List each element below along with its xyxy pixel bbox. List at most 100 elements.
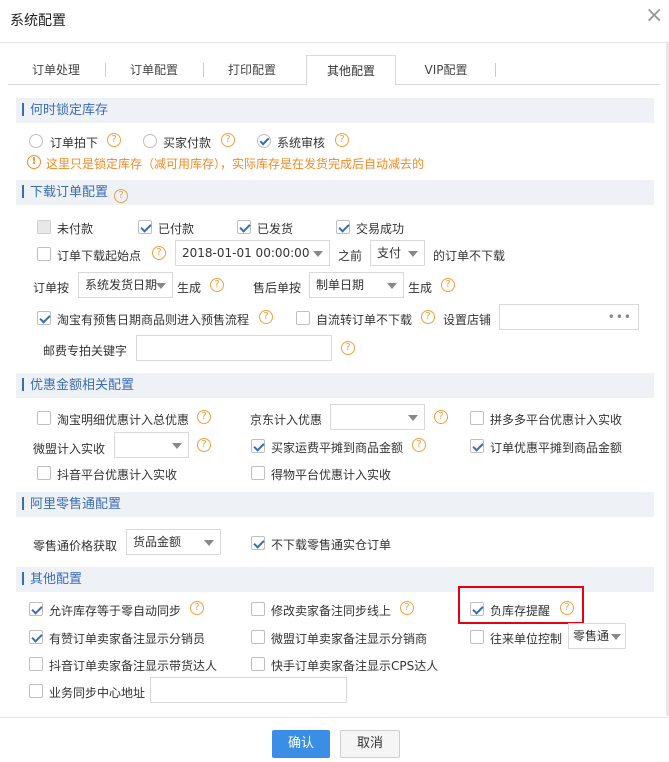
checkbox-label: 有赞订单卖家备注显示分销员 bbox=[49, 632, 206, 646]
generate-label: 生成 bbox=[408, 281, 433, 295]
checkbox-label: 快手订单卖家备注显示CPS达人 bbox=[271, 659, 439, 673]
unit-control-select[interactable]: 零售通 bbox=[568, 623, 626, 649]
pay-select[interactable]: 支付 bbox=[370, 240, 425, 266]
cancel-button[interactable]: 取消 bbox=[340, 730, 400, 758]
chevron-down-icon bbox=[204, 540, 214, 546]
chevron-down-icon bbox=[313, 251, 323, 257]
presale-label: 淘宝有预售日期商品则进入预售流程 bbox=[57, 313, 250, 327]
jd-discount-label: 京东计入优惠 bbox=[250, 413, 323, 427]
help-icon[interactable]: ? bbox=[221, 133, 235, 147]
after-sale-label: 售后单按 bbox=[253, 281, 302, 295]
weimeng-select[interactable] bbox=[114, 432, 189, 458]
checkbox-ali-no-download[interactable] bbox=[251, 536, 265, 550]
tab-other-config[interactable]: 其他配置 bbox=[306, 55, 396, 86]
help-icon[interactable]: ? bbox=[197, 438, 211, 452]
checkbox-weimeng-remark[interactable] bbox=[251, 630, 265, 644]
sync-center-input[interactable] bbox=[150, 677, 347, 703]
help-icon[interactable]: ? bbox=[210, 278, 224, 292]
set-shop-label: 设置店铺 bbox=[443, 313, 492, 327]
radio-system-review[interactable] bbox=[257, 134, 271, 148]
help-icon[interactable]: ? bbox=[412, 438, 426, 452]
radio-label: 订单拍下 bbox=[50, 136, 99, 150]
section-bar bbox=[22, 378, 24, 391]
checkbox-unit-control[interactable] bbox=[470, 630, 484, 644]
checkbox-presale[interactable] bbox=[37, 311, 51, 325]
weimeng-label: 微盟计入实收 bbox=[33, 442, 106, 456]
tab-order-config[interactable]: 订单配置 bbox=[106, 55, 202, 85]
radio-buyer-paid[interactable] bbox=[143, 134, 157, 148]
section-title: 下载订单配置 bbox=[30, 185, 109, 200]
after-sale-select[interactable]: 制单日期 bbox=[309, 272, 404, 298]
help-icon[interactable]: ? bbox=[114, 189, 129, 203]
help-icon[interactable]: ? bbox=[421, 310, 435, 324]
checkbox-youzan-remark[interactable] bbox=[29, 630, 43, 644]
before-label: 之前 bbox=[338, 249, 363, 263]
radio-order-placed[interactable] bbox=[29, 134, 43, 148]
checkbox-pdd-discount[interactable] bbox=[470, 411, 484, 425]
section-bar bbox=[22, 185, 24, 198]
order-by-select[interactable]: 系统发货日期 bbox=[78, 272, 173, 298]
checkbox-label: 买家运费平摊到商品金额 bbox=[271, 441, 404, 455]
checkbox-douyin-discount[interactable] bbox=[37, 466, 51, 480]
help-icon[interactable]: ? bbox=[259, 310, 273, 324]
checkbox-shipped[interactable] bbox=[237, 220, 251, 234]
help-icon[interactable]: ? bbox=[400, 601, 414, 615]
tab-vip-config[interactable]: VIP配置 bbox=[398, 55, 494, 85]
warning-icon: ! bbox=[27, 155, 41, 169]
checkbox-unpaid[interactable] bbox=[37, 220, 51, 234]
section-bar bbox=[22, 497, 24, 510]
help-icon[interactable]: ? bbox=[107, 133, 121, 147]
shop-picker[interactable]: ••• bbox=[499, 304, 639, 330]
checkbox-taobao-discount[interactable] bbox=[37, 411, 51, 425]
checkbox-kuaishou-remark[interactable] bbox=[251, 657, 265, 671]
checkbox-allow-zero-sync[interactable] bbox=[29, 602, 43, 616]
jd-discount-select[interactable] bbox=[330, 404, 425, 430]
tab-print-config[interactable]: 打印配置 bbox=[204, 55, 300, 85]
checkbox-label: 拼多多平台优惠计入实收 bbox=[490, 413, 623, 427]
order-by-label: 订单按 bbox=[33, 281, 70, 295]
checkbox-download-start[interactable] bbox=[37, 247, 51, 261]
generate-label: 生成 bbox=[177, 281, 202, 295]
checkbox-self-flow[interactable] bbox=[296, 311, 310, 325]
checkbox-sync-center[interactable] bbox=[29, 684, 43, 698]
help-icon[interactable]: ? bbox=[190, 601, 204, 615]
not-download-label: 的订单不下载 bbox=[433, 249, 506, 263]
chevron-down-icon bbox=[387, 283, 397, 289]
help-icon[interactable]: ? bbox=[434, 410, 448, 424]
more-icon[interactable]: ••• bbox=[608, 310, 632, 324]
checkbox-label: 已付款 bbox=[158, 222, 195, 236]
checkbox-modify-remark[interactable] bbox=[251, 602, 265, 616]
section-title: 其他配置 bbox=[30, 572, 83, 587]
tab-bar: 订单处理 订单配置 打印配置 其他配置 VIP配置 bbox=[8, 55, 660, 86]
download-start-label: 订单下载起始点 bbox=[57, 249, 142, 263]
confirm-button[interactable]: 确认 bbox=[272, 730, 330, 758]
help-icon[interactable]: ? bbox=[335, 133, 349, 147]
checkbox-trade-success[interactable] bbox=[336, 220, 350, 234]
checkbox-label: 交易成功 bbox=[356, 222, 405, 236]
checkbox-label: 抖音平台优惠计入实收 bbox=[57, 468, 178, 482]
checkbox-dewu-discount[interactable] bbox=[251, 466, 265, 480]
help-icon[interactable]: ? bbox=[341, 341, 355, 355]
radio-label: 系统审核 bbox=[277, 136, 326, 150]
checkbox-order-discount[interactable] bbox=[470, 439, 484, 453]
help-icon[interactable]: ? bbox=[441, 278, 455, 292]
download-start-select[interactable]: 2018-01-01 00:00:00 bbox=[175, 240, 330, 266]
dialog-title: 系统配置 bbox=[10, 13, 66, 29]
help-icon[interactable]: ? bbox=[197, 410, 211, 424]
section-download: 下载订单配置? bbox=[16, 180, 654, 205]
checkbox-douyin-remark[interactable] bbox=[29, 657, 43, 671]
checkbox-label: 往来单位控制 bbox=[490, 632, 563, 646]
ali-price-select[interactable]: 货品金额 bbox=[126, 529, 221, 555]
tab-separator bbox=[495, 63, 496, 77]
checkbox-buyer-freight[interactable] bbox=[251, 439, 265, 453]
tab-order-processing[interactable]: 订单处理 bbox=[8, 55, 104, 85]
footer-divider bbox=[0, 717, 669, 718]
ali-price-label: 零售通价格获取 bbox=[33, 539, 118, 553]
close-icon[interactable]: × bbox=[645, 4, 663, 28]
help-icon[interactable]: ? bbox=[152, 246, 166, 260]
postage-keyword-input[interactable] bbox=[136, 335, 332, 361]
checkbox-label: 淘宝明细优惠计入总优惠 bbox=[57, 413, 190, 427]
section-lock-stock: 何时锁定库存 bbox=[16, 98, 654, 123]
checkbox-paid[interactable] bbox=[138, 220, 152, 234]
postage-keyword-label: 邮费专拍关键字 bbox=[43, 344, 128, 358]
